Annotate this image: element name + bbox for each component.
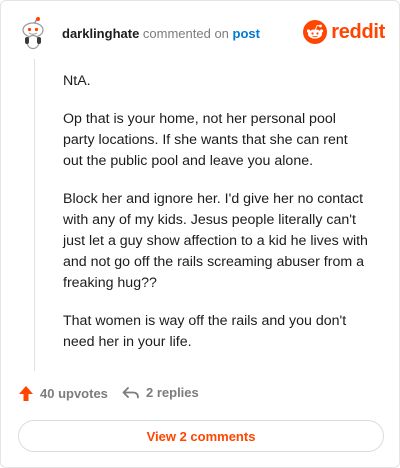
snoo-avatar-icon[interactable] <box>15 15 51 51</box>
comment-card: darklinghate commented on post reddit Nt… <box>0 0 400 468</box>
upvote-button[interactable]: 40 upvotes <box>18 385 108 402</box>
comment-body: NtA. Op that is your home, not her perso… <box>63 71 369 370</box>
comment-header: darklinghate commented on post reddit <box>15 15 387 51</box>
reddit-wordmark: reddit <box>331 20 385 43</box>
comment-paragraph: Op that is your home, not her personal p… <box>63 111 348 169</box>
thread-line <box>34 59 35 371</box>
username-link[interactable]: darklinghate <box>62 26 139 41</box>
comment-paragraph: NtA. <box>63 73 91 89</box>
upvote-arrow-icon <box>19 386 33 401</box>
replies-count: 2 replies <box>146 385 199 400</box>
reddit-snoo-icon <box>303 20 328 44</box>
comment-actions: 40 upvotes 2 replies <box>18 385 388 407</box>
post-link[interactable]: post <box>233 26 260 41</box>
upvote-count: 40 upvotes <box>40 386 108 401</box>
comment-byline: darklinghate commented on post <box>62 26 260 41</box>
replies-button[interactable]: 2 replies <box>122 385 199 400</box>
view-comments-button[interactable]: View 2 comments <box>18 420 384 452</box>
comment-paragraph: Block her and ignore her. I'd give her n… <box>63 191 368 291</box>
comment-paragraph: That women is way off the rails and you … <box>63 313 347 350</box>
action-text: commented on <box>142 26 229 41</box>
reddit-logo[interactable]: reddit <box>303 18 385 46</box>
reply-arrow-icon <box>122 386 139 398</box>
